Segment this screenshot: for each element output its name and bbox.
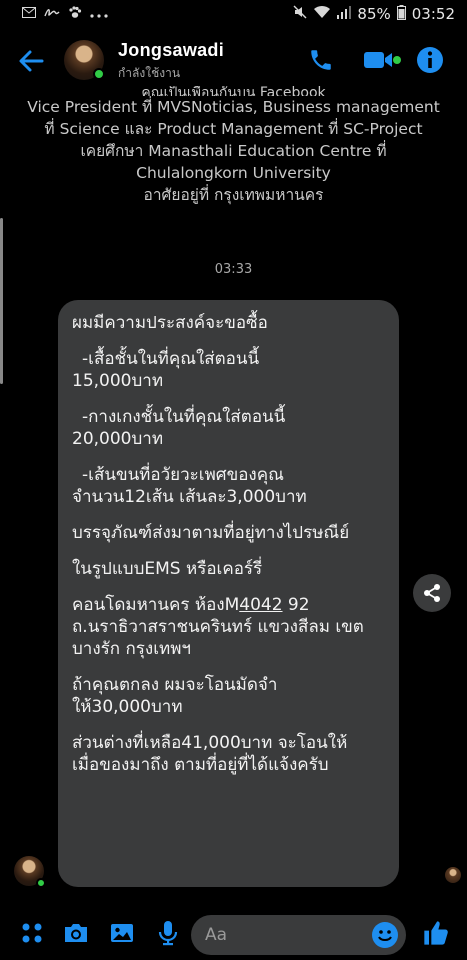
thumbs-up-icon	[424, 921, 448, 945]
back-arrow-icon	[19, 50, 44, 72]
message-line: บางรัก กรุงเทพฯ	[72, 639, 191, 659]
more-icon	[90, 7, 108, 22]
voice-call-button[interactable]	[305, 44, 337, 76]
share-icon	[424, 584, 440, 602]
address-text: 92	[282, 595, 310, 615]
microphone-icon	[158, 921, 178, 946]
phone-icon	[311, 50, 331, 70]
intro-cut-line: คุณเป็นเพื่อนกันบน Facebook	[141, 86, 326, 96]
camera-button[interactable]	[60, 917, 92, 949]
back-button[interactable]	[16, 46, 46, 76]
message-composer	[0, 905, 467, 960]
message-line: ผมมีความประสงค์จะขอซื้อ	[72, 313, 268, 333]
mute-icon	[293, 5, 307, 23]
address-text: คอนโดมหานคร ห้องM	[72, 595, 240, 615]
gallery-button[interactable]	[106, 917, 138, 949]
message-line: ถ้าคุณตกลง ผมจะโอนมัดจำ	[72, 675, 278, 695]
intro-line: ที่ Science และ Product Management ที่ S…	[44, 120, 423, 138]
status-bar: 85% 03:52	[0, 0, 467, 28]
voice-message-button[interactable]	[152, 917, 184, 949]
like-button[interactable]	[420, 917, 452, 949]
image-icon	[111, 924, 133, 942]
camera-icon	[65, 924, 87, 942]
message-line: 20,000บาท	[72, 429, 164, 449]
scrollbar-thumb[interactable]	[0, 218, 3, 384]
message-bubble[interactable]: ผมมีความประสงค์จะขอซื้อ -เสื้อชั้นในที่ค…	[58, 300, 399, 887]
status-right: 85% 03:52	[293, 4, 455, 24]
message-line: จำนวน12เส้น เส้นละ3,000บาท	[72, 487, 307, 507]
contact-status: กำลังใช้งาน	[118, 66, 181, 80]
message-line: ถ.นราธิวาสราชนครินทร์ แขวงสีลม เขต	[72, 617, 364, 637]
message-input[interactable]	[205, 915, 355, 955]
message-input-container[interactable]	[191, 915, 406, 955]
more-actions-button[interactable]	[16, 917, 48, 949]
intro-line: Chulalongkorn University	[136, 164, 331, 182]
video-call-button[interactable]	[360, 44, 404, 76]
emoji-button[interactable]	[372, 922, 398, 948]
contact-name[interactable]: Jongsawadi	[118, 40, 224, 61]
message-line: -เส้นขนที่อวัยวะเพศของคุณ	[82, 465, 284, 485]
paw-icon	[68, 5, 82, 23]
intro-line: เคยศึกษา Manasthali Education Centre ที่	[80, 142, 387, 160]
signal-icon	[337, 5, 352, 23]
message-line: เมื่อของมาถึง ตามที่อยู่ที่ได้แจ้งครับ	[72, 755, 329, 775]
battery-percent: 85%	[357, 5, 391, 23]
message-line: ให้30,000บาท	[72, 697, 183, 717]
signature-icon	[44, 6, 60, 22]
message-line: คอนโดมหานคร ห้องM4042 92	[72, 594, 385, 616]
message-timestamp: 03:33	[214, 262, 253, 277]
intro-line: อาศัยอยู่ที่ กรุงเทพมหานคร	[143, 186, 324, 204]
wifi-icon	[313, 5, 331, 23]
battery-icon	[396, 4, 406, 24]
message-line: 15,000บาท	[72, 371, 164, 391]
profile-intro: คุณเป็นเพื่อนกันบน Facebook Vice Preside…	[0, 86, 467, 206]
info-icon	[417, 47, 443, 73]
sender-online-indicator	[36, 878, 46, 888]
clock: 03:52	[411, 5, 455, 23]
share-button[interactable]	[413, 574, 451, 612]
seen-indicator-avatar	[445, 867, 461, 883]
message-line: -กางเกงชั้นในที่คุณใส่ตอนนี้	[82, 407, 286, 427]
room-number-link[interactable]: 4042	[239, 595, 282, 615]
message-line: -เสื้อชั้นในที่คุณใส่ตอนนี้	[82, 349, 260, 369]
intro-line: Vice President ที่ MVSNoticias, Business…	[27, 98, 440, 116]
online-indicator	[93, 68, 105, 80]
grid-dots-icon	[22, 923, 42, 943]
emoji-icon	[378, 930, 392, 941]
info-button[interactable]	[414, 44, 446, 76]
gmail-icon	[22, 6, 36, 22]
message-line: ในรูปแบบEMS หรือเคอร์รี่	[72, 559, 263, 579]
message-line: บรรจุภัณฑ์ส่งมาตามที่อยู่ทางไปรษณีย์	[72, 523, 350, 543]
video-camera-icon	[364, 52, 401, 68]
message-line: ส่วนต่างที่เหลือ41,000บาท จะโอนให้	[72, 733, 348, 753]
conversation-header: Jongsawadi กำลังใช้งาน	[0, 34, 467, 88]
status-left	[22, 5, 108, 23]
